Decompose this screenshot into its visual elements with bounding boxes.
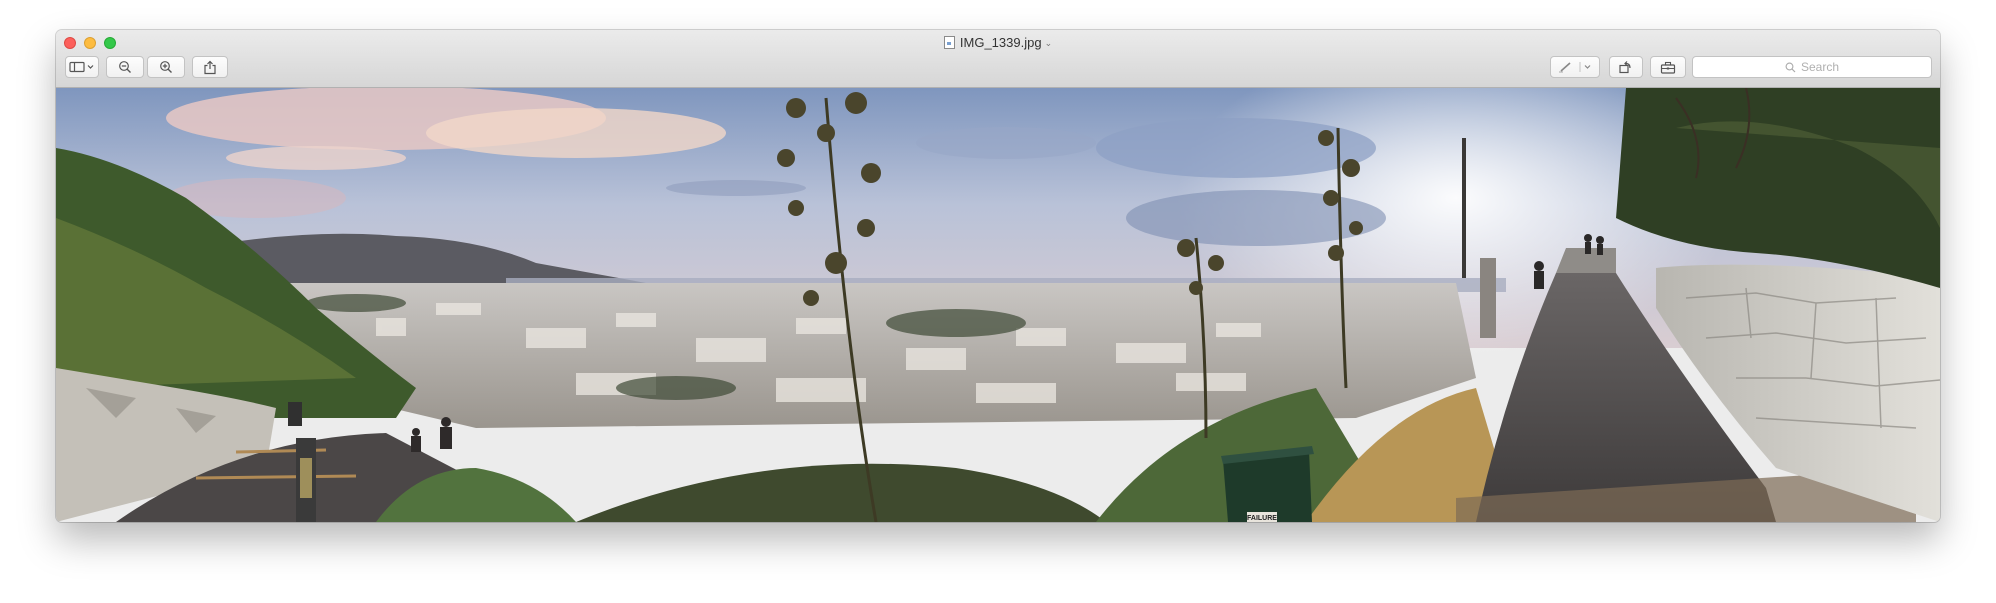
sidebar-icon: [69, 61, 94, 73]
document-title[interactable]: IMG_1339.jpg ⌄: [56, 35, 1940, 51]
zoom-out-button[interactable]: [106, 56, 144, 78]
share-button[interactable]: [192, 56, 228, 78]
pen-icon: [1559, 62, 1591, 73]
titlebar: IMG_1339.jpg ⌄ Search: [56, 30, 1940, 88]
trash-bin: FAILURE: [1221, 446, 1314, 522]
trash-bin-label: FAILURE: [1247, 515, 1277, 522]
rotate-icon: [1619, 61, 1631, 74]
preview-window: IMG_1339.jpg ⌄ Search FAILURE: [56, 30, 1940, 522]
sidebar-button[interactable]: [65, 56, 99, 78]
zoom-out-icon: [119, 61, 131, 73]
foreground-shrubs: [576, 463, 1106, 522]
markup-button[interactable]: [1550, 56, 1600, 78]
document-icon: [943, 36, 955, 49]
panorama-photo[interactable]: FAILURE: [56, 88, 1940, 522]
toolbox-button[interactable]: [1650, 56, 1686, 78]
rotate-button[interactable]: [1609, 56, 1643, 78]
share-icon: [204, 60, 216, 74]
zoom-in-button[interactable]: [147, 56, 185, 78]
document-title-text: IMG_1339.jpg: [959, 35, 1042, 50]
toolbox-icon: [1660, 61, 1676, 74]
chevron-down-icon: ⌄: [1044, 38, 1053, 48]
zoom-in-icon: [160, 61, 172, 73]
search-field[interactable]: Search: [1692, 56, 1932, 78]
search-icon: [1785, 62, 1796, 72]
search-placeholder: Search: [1800, 60, 1840, 74]
